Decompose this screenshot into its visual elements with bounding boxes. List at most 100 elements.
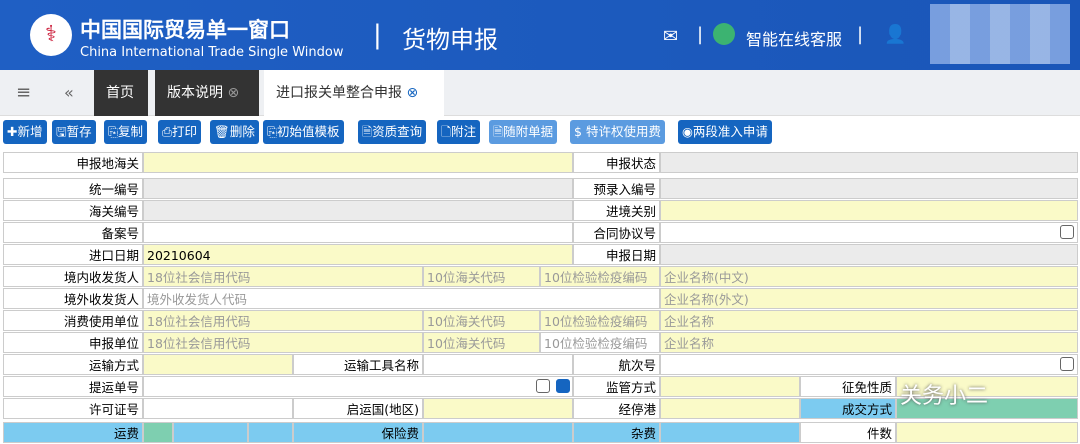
label-transit-port: 经停港 (573, 398, 660, 419)
back-icon[interactable]: « (52, 70, 86, 116)
declare-status-field (660, 152, 1078, 173)
two-stage-entry-button[interactable]: ◉两段准入申请 (678, 120, 772, 144)
license-no-input[interactable] (143, 398, 293, 419)
contract-no-input[interactable] (660, 222, 1078, 243)
consumer-name-input[interactable]: 企业名称 (660, 310, 1078, 331)
tab-home[interactable]: 首页 (94, 70, 148, 116)
user-icon[interactable]: 👤 (884, 24, 906, 45)
user-info-blurred[interactable] (930, 4, 1070, 64)
document-icon[interactable] (556, 379, 570, 393)
app-subtitle: China International Trade Single Window (80, 45, 344, 60)
label-entry-port: 进境关别 (573, 200, 660, 221)
declare-customs-input[interactable] (143, 152, 573, 173)
label-declare-status: 申报状态 (573, 152, 660, 173)
label-declarant: 申报单位 (3, 332, 143, 353)
royalty-button[interactable]: $ 特许权使用费 (570, 120, 665, 144)
robot-icon[interactable] (713, 23, 735, 45)
supervision-mode-input[interactable] (660, 376, 800, 397)
toolbar: ✚新增 🖫暂存 ⎘复制 ⎙打印 🗑删除 ⎘初始值模板 🗎资质查询 🗋附注 🗎随附… (0, 118, 1080, 148)
contract-checkbox[interactable] (1060, 225, 1074, 239)
label-contract-no: 合同协议号 (573, 222, 660, 243)
app-header: ⚕ 中国国际贸易单一窗口 China International Trade S… (0, 0, 1080, 70)
label-transaction-mode: 成交方式 (800, 398, 896, 419)
import-date-input[interactable]: 20210604 (143, 244, 573, 265)
freight-rate-input[interactable] (173, 422, 248, 443)
misc-fee-input[interactable] (660, 422, 800, 443)
menu-icon[interactable]: ≡ (4, 70, 43, 116)
label-insurance: 保险费 (293, 422, 423, 443)
label-pre-entry-no: 预录入编号 (573, 178, 660, 199)
bill-no-input[interactable] (143, 376, 573, 397)
departure-country-input[interactable] (423, 398, 573, 419)
declarant-ciq-code-input[interactable]: 10位检验检疫编码 (540, 332, 660, 353)
consumer-ciq-code-input[interactable]: 10位检验检疫编码 (540, 310, 660, 331)
label-supervision-mode: 监管方式 (573, 376, 660, 397)
close-icon[interactable]: ⊗ (227, 85, 239, 101)
divider: | (857, 24, 864, 45)
label-voyage-no: 航次号 (573, 354, 660, 375)
mail-icon[interactable]: ✉ (663, 26, 678, 47)
module-title: 货物申报 (402, 26, 498, 54)
consignee-ciq-code-input[interactable]: 10位检验检疫编码 (540, 266, 660, 287)
pre-entry-no-field (660, 178, 1078, 199)
initial-template-button[interactable]: ⎘初始值模板 (263, 120, 344, 144)
declarant-customs-code-input[interactable]: 10位海关代码 (423, 332, 540, 353)
consignee-credit-code-input[interactable]: 18位社会信用代码 (143, 266, 423, 287)
consignee-name-input[interactable]: 企业名称(中文) (660, 266, 1078, 287)
voyage-checkbox[interactable] (1060, 357, 1074, 371)
freight-type-input[interactable] (143, 422, 173, 443)
watermark: 关务小二 (900, 384, 989, 409)
label-departure-country: 启运国(地区) (293, 398, 423, 419)
notes-button[interactable]: 🗋附注 (437, 120, 481, 144)
vehicle-name-input[interactable] (423, 354, 573, 375)
bill-checkbox[interactable] (536, 379, 550, 393)
label-freight: 运费 (3, 422, 143, 443)
label-unified-no: 统一编号 (3, 178, 143, 199)
print-button[interactable]: ⎙打印 (158, 120, 202, 144)
declarant-credit-code-input[interactable]: 18位社会信用代码 (143, 332, 423, 353)
label-bill-no: 提运单号 (3, 376, 143, 397)
close-icon[interactable]: ⊗ (406, 85, 418, 101)
declare-date-field (660, 244, 1078, 265)
transit-port-input[interactable] (660, 398, 800, 419)
app-title: 中国国际贸易单一窗口 (80, 18, 290, 42)
customs-no-field (143, 200, 573, 221)
freight-currency-input[interactable] (248, 422, 293, 443)
save-draft-button[interactable]: 🖫暂存 (52, 120, 96, 144)
copy-button[interactable]: ⎘复制 (104, 120, 148, 144)
tab-import-declaration[interactable]: 进口报关单整合申报 ⊗ (264, 70, 444, 116)
label-misc-fee: 杂费 (573, 422, 660, 443)
attached-docs-button[interactable]: 🗎随附单据 (489, 120, 558, 144)
consumer-credit-code-input[interactable]: 18位社会信用代码 (143, 310, 423, 331)
overseas-consignee-code-input[interactable]: 境外收发货人代码 (143, 288, 660, 309)
label-overseas-consignee: 境外收发货人 (3, 288, 143, 309)
packages-input[interactable] (896, 422, 1078, 443)
voyage-no-input[interactable] (660, 354, 1078, 375)
consumer-customs-code-input[interactable]: 10位海关代码 (423, 310, 540, 331)
record-no-input[interactable] (143, 222, 573, 243)
label-license-no: 许可证号 (3, 398, 143, 419)
entry-port-input[interactable] (660, 200, 1078, 221)
add-button[interactable]: ✚新增 (3, 120, 47, 144)
transport-mode-input[interactable] (143, 354, 293, 375)
label-packages: 件数 (800, 422, 896, 443)
overseas-consignee-name-input[interactable]: 企业名称(外文) (660, 288, 1078, 309)
label-declare-customs: 申报地海关 (3, 152, 143, 173)
label-vehicle-name: 运输工具名称 (293, 354, 423, 375)
tab-label: 版本说明 (167, 85, 223, 101)
declarant-name-input[interactable]: 企业名称 (660, 332, 1078, 353)
consignee-customs-code-input[interactable]: 10位海关代码 (423, 266, 540, 287)
label-exemption-nature: 征免性质 (800, 376, 896, 397)
divider: | (697, 24, 704, 45)
label-import-date: 进口日期 (3, 244, 143, 265)
insurance-input[interactable] (423, 422, 573, 443)
label-customs-no: 海关编号 (3, 200, 143, 221)
unified-no-field (143, 178, 573, 199)
delete-button[interactable]: 🗑删除 (210, 120, 259, 144)
divider: | (373, 20, 382, 50)
online-support-link[interactable]: 智能在线客服 (746, 26, 842, 50)
tab-version-notes[interactable]: 版本说明 ⊗ (155, 70, 259, 116)
qualification-query-button[interactable]: 🗎资质查询 (358, 120, 427, 144)
label-domestic-consignee: 境内收发货人 (3, 266, 143, 287)
label-record-no: 备案号 (3, 222, 143, 243)
